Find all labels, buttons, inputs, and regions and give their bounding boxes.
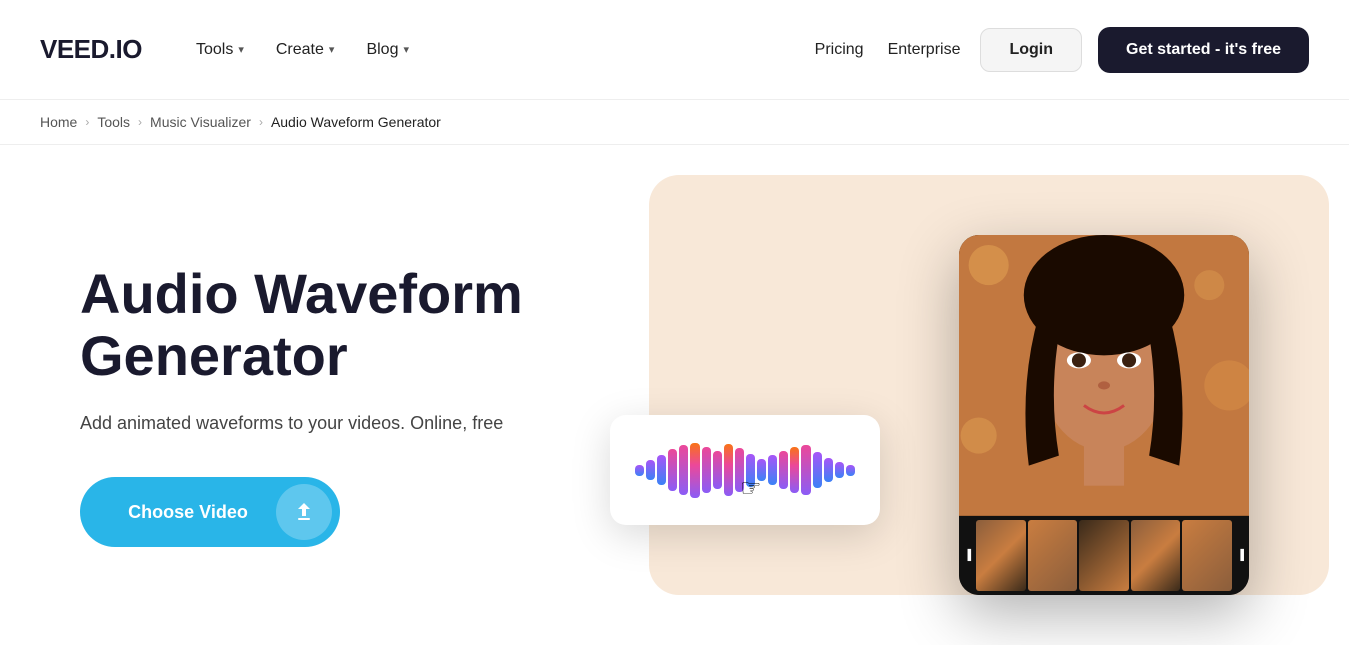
nav-right: Pricing Enterprise Login Get started - i… — [811, 27, 1309, 73]
chevron-down-icon: ▾ — [403, 43, 409, 56]
breadcrumb: Home › Tools › Music Visualizer › Audio … — [0, 100, 1349, 145]
get-started-button[interactable]: Get started - it's free — [1098, 27, 1309, 73]
video-thumbnail — [959, 235, 1249, 516]
enterprise-link[interactable]: Enterprise — [884, 33, 965, 67]
hero-section: Audio Waveform Generator Add animated wa… — [0, 145, 1349, 645]
waveform-bar — [646, 460, 655, 479]
hero-subtitle: Add animated waveforms to your videos. O… — [80, 410, 580, 437]
filmstrip-frame — [1028, 520, 1078, 591]
nav-item-create[interactable]: Create ▾ — [262, 33, 349, 67]
logo[interactable]: VEED.IO — [40, 34, 142, 65]
waveform-bar — [846, 465, 855, 476]
video-main-image — [959, 235, 1249, 516]
filmstrip-icon-left: ▐ — [961, 550, 974, 561]
waveform-bar — [813, 452, 822, 488]
filmstrip-frame — [1182, 520, 1232, 591]
nav-group: Tools ▾ Create ▾ Blog ▾ — [182, 33, 801, 67]
filmstrip-frame — [1079, 520, 1129, 591]
waveform-bar — [768, 455, 777, 485]
upload-icon — [292, 500, 316, 524]
waveform-bar — [679, 445, 688, 495]
breadcrumb-separator: › — [85, 115, 89, 129]
waveform-bar — [690, 443, 699, 498]
pricing-link[interactable]: Pricing — [811, 33, 868, 67]
filmstrip-frame — [1131, 520, 1181, 591]
nav-item-tools[interactable]: Tools ▾ — [182, 33, 258, 67]
breadcrumb-tools[interactable]: Tools — [97, 114, 130, 130]
waveform-bar — [801, 445, 810, 495]
login-button[interactable]: Login — [980, 28, 1082, 72]
video-filmstrip: ▐ ▐ — [959, 516, 1249, 595]
filmstrip-frame — [976, 520, 1026, 591]
chevron-down-icon: ▾ — [238, 43, 244, 56]
breadcrumb-home[interactable]: Home — [40, 114, 77, 130]
hero-visual: ☞ — [580, 205, 1309, 605]
choose-video-button[interactable]: Choose Video — [80, 477, 340, 547]
breadcrumb-music-visualizer[interactable]: Music Visualizer — [150, 114, 251, 130]
waveform-bar — [657, 455, 666, 485]
waveform-bar — [702, 447, 711, 494]
waveform-bar — [724, 444, 733, 496]
breadcrumb-separator: › — [138, 115, 142, 129]
video-illustration — [959, 235, 1249, 516]
waveform-card: ☞ — [610, 415, 880, 525]
waveform-bar — [824, 458, 833, 483]
waveform-bar — [790, 447, 799, 494]
navbar: VEED.IO Tools ▾ Create ▾ Blog ▾ Pricing … — [0, 0, 1349, 100]
hero-text: Audio Waveform Generator Add animated wa… — [80, 263, 580, 547]
chevron-down-icon: ▾ — [329, 43, 335, 56]
waveform-bar — [835, 462, 844, 479]
page-title: Audio Waveform Generator — [80, 263, 580, 386]
breadcrumb-current: Audio Waveform Generator — [271, 114, 441, 130]
waveform-bar — [779, 451, 788, 490]
breadcrumb-separator: › — [259, 115, 263, 129]
waveform-bar — [635, 465, 644, 476]
upload-icon-wrap — [276, 484, 332, 540]
cursor-icon: ☞ — [740, 474, 762, 503]
waveform-bar — [713, 451, 722, 490]
waveform-bar — [668, 449, 677, 490]
nav-item-blog[interactable]: Blog ▾ — [352, 33, 423, 67]
video-preview-card: ▐ ▐ — [959, 235, 1249, 595]
filmstrip-icon-right: ▐ — [1234, 550, 1247, 561]
choose-video-label: Choose Video — [80, 502, 276, 523]
